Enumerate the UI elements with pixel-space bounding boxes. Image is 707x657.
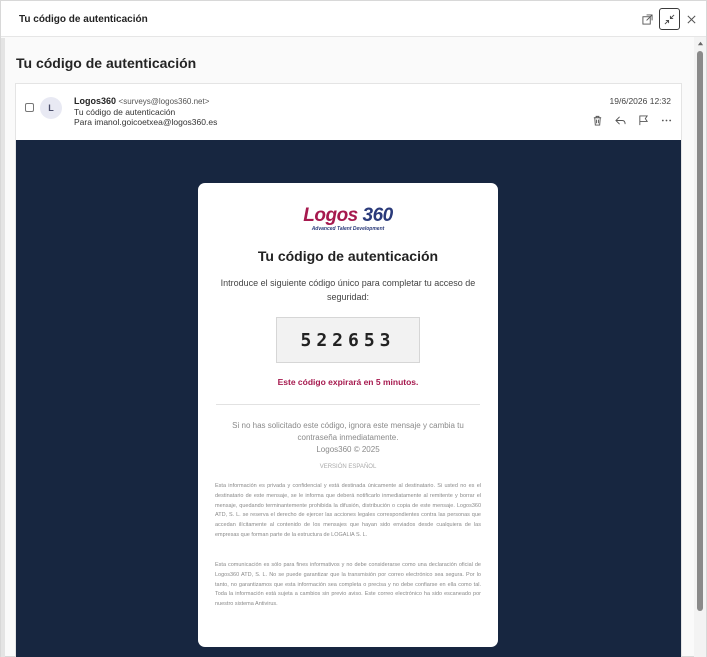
sender-email: <surveys@logos360.net>	[118, 97, 210, 106]
reading-window: Tu código de autenticación Tu código de …	[0, 0, 707, 657]
sender[interactable]: Logos360 <surveys@logos360.net>	[74, 96, 209, 106]
logo-tagline: Advanced Talent Development	[311, 226, 385, 232]
delete-button[interactable]	[591, 114, 604, 127]
message-actions	[591, 114, 673, 127]
popout-button[interactable]	[637, 8, 658, 30]
left-edge	[1, 38, 5, 657]
email-body: Logos 360 Advanced Talent Development Tu…	[16, 140, 681, 657]
security-notice: Si no has solicitado este código, ignora…	[232, 421, 464, 442]
divider	[216, 404, 480, 405]
to-label: Para	[74, 117, 92, 127]
email-intro: Introduce el siguiente código único para…	[220, 278, 476, 302]
more-button[interactable]	[660, 114, 673, 127]
version-label: VERSIÓN ESPAÑOL	[319, 464, 377, 470]
trash-icon	[593, 115, 602, 126]
legal-paragraph-2: Esta comunicación es sólo para fines inf…	[215, 562, 481, 608]
message-date: 19/6/2026 12:32	[609, 96, 671, 106]
scrollbar-thumb[interactable]	[697, 51, 703, 611]
recipient-line: Para imanol.goicoetxea@logos360.es	[74, 117, 217, 127]
popout-icon	[642, 13, 653, 25]
to-address[interactable]: imanol.goicoetxea@logos360.es	[94, 117, 217, 127]
copyright: Logos360 © 2025	[316, 445, 380, 454]
subject-line: Tu código de autenticación	[74, 107, 176, 117]
message-subject: Tu código de autenticación	[16, 55, 197, 71]
flag-button[interactable]	[637, 114, 650, 127]
reply-icon	[615, 116, 626, 125]
flag-icon	[639, 115, 649, 126]
logo-wordmark: Logos 360	[198, 205, 498, 227]
close-button[interactable]	[681, 8, 702, 30]
title-bar: Tu código de autenticación	[1, 1, 706, 37]
logo: Logos 360 Advanced Talent Development	[198, 205, 498, 232]
restore-button[interactable]	[659, 8, 680, 30]
email-card: Logos 360 Advanced Talent Development Tu…	[198, 183, 498, 647]
reply-button[interactable]	[614, 114, 627, 127]
select-checkbox[interactable]	[25, 103, 34, 112]
sender-name: Logos360	[74, 96, 117, 106]
message-card: L Logos360 <surveys@logos360.net> Tu cód…	[15, 83, 682, 657]
email-title: Tu código de autenticación	[257, 248, 439, 264]
avatar: L	[40, 97, 62, 119]
window-title: Tu código de autenticación	[19, 14, 148, 25]
legal-paragraph-1: Esta información es privada y confidenci…	[215, 483, 481, 538]
message-header: L Logos360 <surveys@logos360.net> Tu cód…	[16, 84, 681, 140]
scroll-up-icon[interactable]	[696, 39, 704, 47]
logo-word: Logos	[303, 205, 358, 226]
close-icon	[687, 14, 696, 24]
expire-notice: Este código expirará en 5 minutos.	[277, 377, 419, 387]
restore-icon	[664, 14, 675, 24]
logo-number: 360	[362, 205, 394, 226]
auth-code: 522653	[276, 317, 420, 363]
scrollbar[interactable]	[694, 37, 706, 657]
more-icon	[661, 119, 672, 122]
